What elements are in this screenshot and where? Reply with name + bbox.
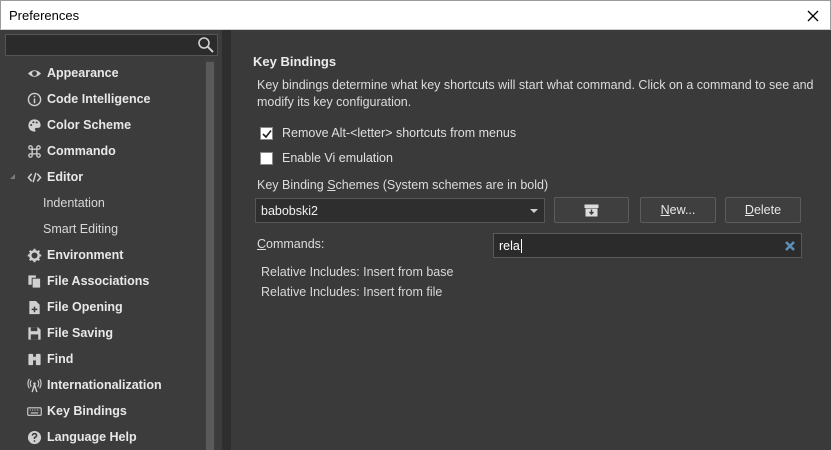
gear-icon xyxy=(26,247,42,263)
button-label: ew... xyxy=(669,203,696,217)
sidebar-item-label: Commando xyxy=(47,144,116,158)
sidebar-item-label: Internationalization xyxy=(47,378,162,392)
commands-label-part: ommands: xyxy=(266,237,325,251)
binoculars-icon xyxy=(26,351,42,367)
palette-icon xyxy=(26,117,42,133)
sidebar-scrollbar[interactable] xyxy=(205,60,215,450)
export-scheme-button[interactable] xyxy=(554,197,629,223)
sidebar-item-label: Appearance xyxy=(47,66,119,80)
antenna-icon xyxy=(26,377,42,393)
title-bar: Preferences xyxy=(0,0,831,30)
description-text: Key bindings determine what key shortcut… xyxy=(257,78,814,109)
expander-icon[interactable] xyxy=(9,173,16,180)
sidebar-item-label: Color Scheme xyxy=(47,118,132,132)
files-icon xyxy=(26,273,42,289)
splitter[interactable] xyxy=(222,30,231,450)
sidebar-item-appearance[interactable]: Appearance xyxy=(0,60,205,86)
button-mnemonic: N xyxy=(660,203,670,217)
commands-results-list: Relative Includes: Insert from base Rela… xyxy=(261,262,453,302)
list-item[interactable]: Relative Includes: Insert from base xyxy=(261,262,453,282)
button-mnemonic: D xyxy=(744,203,754,217)
commands-filter-value: rela xyxy=(499,238,520,253)
sidebar-item-label: Language Help xyxy=(47,430,137,444)
clear-filter-icon[interactable] xyxy=(784,240,796,252)
sidebar-item-find[interactable]: Find xyxy=(0,346,205,372)
checkbox-label: Remove Alt-<letter> shortcuts from menus xyxy=(282,126,517,140)
schemes-label-part: Key Binding xyxy=(257,178,328,192)
info-circle-icon xyxy=(26,91,42,107)
code-brackets-icon xyxy=(26,169,42,185)
sidebar-item-language-help[interactable]: Language Help xyxy=(0,424,205,450)
remove-alt-shortcuts-checkbox[interactable]: Remove Alt-<letter> shortcuts from menus xyxy=(260,125,516,141)
sidebar-item-internationalization[interactable]: Internationalization xyxy=(0,372,205,398)
sidebar-item-file-saving[interactable]: File Saving xyxy=(0,320,205,346)
command-key-icon xyxy=(26,143,42,159)
sidebar-item-file-associations[interactable]: File Associations xyxy=(0,268,205,294)
schemes-label-mnemonic: S xyxy=(327,178,336,192)
checkbox-box[interactable] xyxy=(260,126,273,140)
schemes-label-part: chemes (System schemes are in bold) xyxy=(335,178,549,192)
sidebar-item-label: Indentation xyxy=(43,196,105,210)
sidebar-item-file-opening[interactable]: File Opening xyxy=(0,294,205,320)
archive-box-icon xyxy=(584,204,599,217)
key-bindings-panel: Key Bindings Key bindings determine what… xyxy=(231,30,831,450)
commands-label: Commands: xyxy=(257,237,324,251)
sidebar-item-indentation[interactable]: Indentation xyxy=(0,190,205,216)
preferences-window: Preferences Appearance Code Intelligence… xyxy=(0,0,831,450)
commands-filter-input[interactable]: rela xyxy=(493,233,802,258)
window-title: Preferences xyxy=(9,8,80,23)
question-circle-icon xyxy=(26,429,42,445)
sidebar-item-label: File Opening xyxy=(47,300,123,314)
file-add-icon xyxy=(26,299,42,315)
checkbox-label: Enable Vi emulation xyxy=(282,151,393,165)
sidebar-item-editor[interactable]: Editor xyxy=(0,164,205,190)
sidebar-item-label: Code Intelligence xyxy=(47,92,151,106)
scrollbar-thumb[interactable] xyxy=(206,62,214,450)
sidebar-item-color-scheme[interactable]: Color Scheme xyxy=(0,112,205,138)
commands-label-mnemonic: C xyxy=(257,237,267,251)
close-icon xyxy=(807,10,819,21)
keyboard-icon xyxy=(26,403,42,419)
scheme-select-value: babobski2 xyxy=(261,203,318,218)
sidebar-item-label: File Associations xyxy=(47,274,150,288)
sidebar-item-label: Find xyxy=(47,352,74,366)
sidebar-item-environment[interactable]: Environment xyxy=(0,242,205,268)
checkbox-box[interactable] xyxy=(260,151,273,165)
sidebar-item-smart-editing[interactable]: Smart Editing xyxy=(0,216,205,242)
enable-vi-checkbox[interactable]: Enable Vi emulation xyxy=(260,150,393,166)
page-title: Key Bindings xyxy=(253,54,337,69)
dropdown-arrow-icon xyxy=(530,209,538,213)
floppy-disk-icon xyxy=(26,325,42,341)
list-item[interactable]: Relative Includes: Insert from file xyxy=(261,282,453,302)
button-label: elete xyxy=(753,203,782,217)
search-icon[interactable] xyxy=(197,36,215,54)
schemes-label: Key Binding Schemes (System schemes are … xyxy=(257,178,548,192)
delete-scheme-button[interactable]: Delete xyxy=(725,197,801,223)
scheme-select[interactable]: babobski2 xyxy=(255,198,545,223)
sidebar-item-label: Editor xyxy=(47,170,84,184)
sidebar-item-key-bindings[interactable]: Key Bindings xyxy=(0,398,205,424)
sidebar-item-label: Smart Editing xyxy=(43,222,119,236)
search-input[interactable] xyxy=(5,34,218,56)
category-tree: Appearance Code Intelligence Color Schem… xyxy=(0,60,205,450)
sidebar-item-label: Key Bindings xyxy=(47,404,127,418)
eye-icon xyxy=(26,65,42,81)
text-caret xyxy=(520,238,522,253)
checkmark-icon xyxy=(262,129,272,138)
sidebar-item-label: Environment xyxy=(47,248,124,262)
sidebar-item-label: File Saving xyxy=(47,326,113,340)
new-scheme-button[interactable]: New... xyxy=(640,197,716,223)
sidebar: Appearance Code Intelligence Color Schem… xyxy=(0,30,222,450)
close-button[interactable] xyxy=(796,1,830,30)
sidebar-item-code-intelligence[interactable]: Code Intelligence xyxy=(0,86,205,112)
sidebar-item-commando[interactable]: Commando xyxy=(0,138,205,164)
